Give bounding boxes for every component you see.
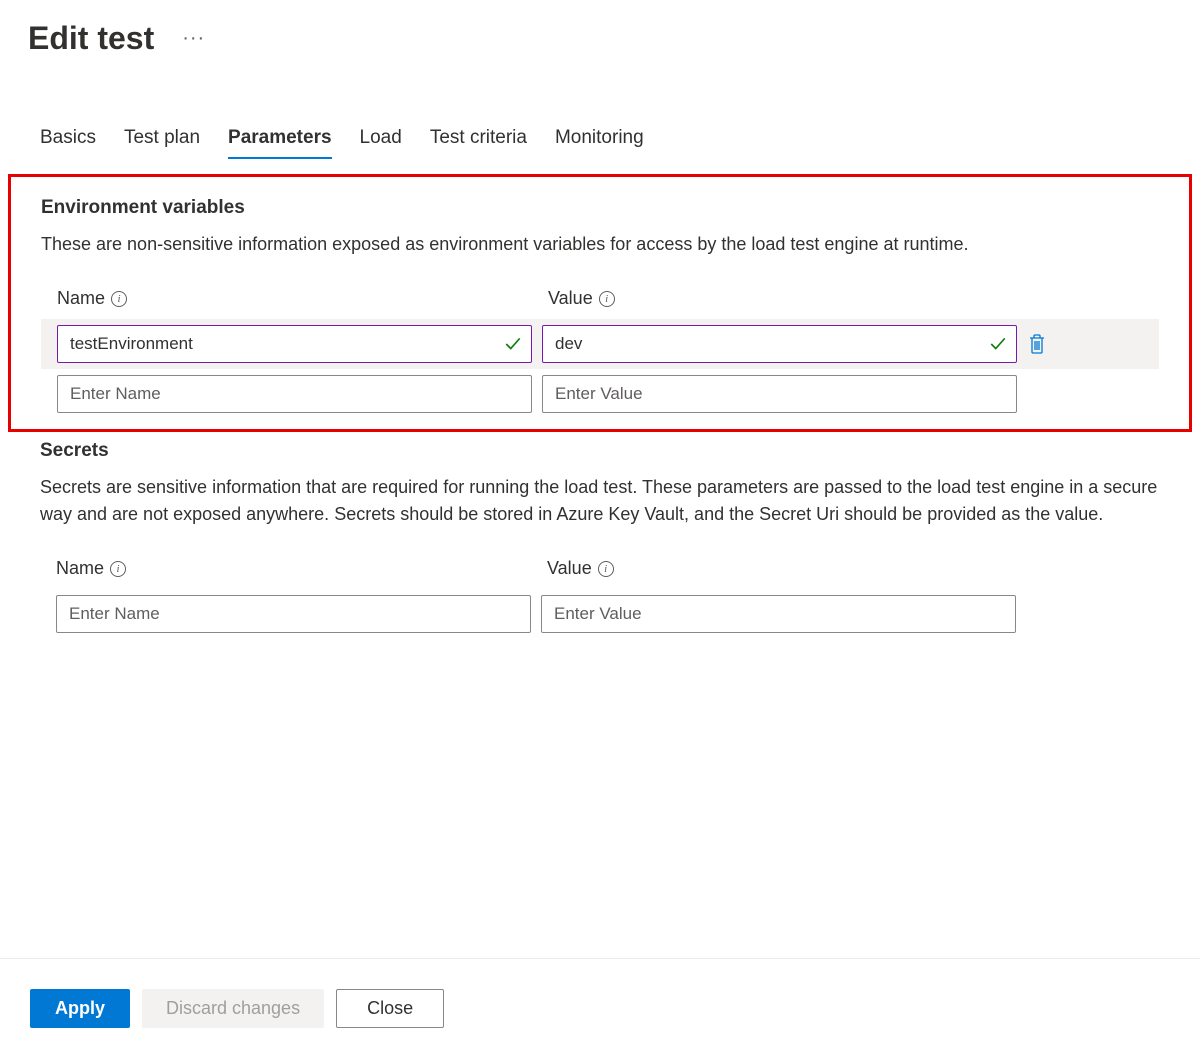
close-button[interactable]: Close	[336, 989, 444, 1028]
env-value-header-label: Value	[548, 288, 593, 309]
secrets-section-description: Secrets are sensitive information that a…	[40, 474, 1160, 528]
tab-monitoring[interactable]: Monitoring	[555, 127, 644, 159]
env-section-description: These are non-sensitive information expo…	[41, 231, 1159, 258]
secrets-value-header-label: Value	[547, 558, 592, 579]
info-icon[interactable]: i	[598, 561, 614, 577]
env-value-input-empty[interactable]	[542, 375, 1017, 413]
footer: Apply Discard changes Close	[0, 958, 1200, 1028]
env-value-header: Value i	[548, 288, 1023, 309]
env-name-input-empty[interactable]	[57, 375, 532, 413]
secrets-name-input[interactable]	[56, 595, 531, 633]
page-title: Edit test	[28, 20, 154, 57]
env-name-header-label: Name	[57, 288, 105, 309]
more-icon[interactable]: ···	[174, 23, 213, 54]
tab-parameters[interactable]: Parameters	[228, 127, 332, 159]
env-section-title: Environment variables	[41, 197, 1159, 219]
env-variables-highlight: Environment variables These are non-sens…	[8, 174, 1192, 432]
env-value-input[interactable]	[542, 325, 1017, 363]
tab-test-plan[interactable]: Test plan	[124, 127, 200, 159]
tab-test-criteria[interactable]: Test criteria	[430, 127, 527, 159]
env-row-empty	[41, 369, 1159, 419]
env-name-header: Name i	[57, 288, 532, 309]
apply-button[interactable]: Apply	[30, 989, 130, 1028]
delete-icon[interactable]	[1027, 333, 1047, 355]
secrets-section-title: Secrets	[40, 440, 1160, 462]
env-name-input[interactable]	[57, 325, 532, 363]
info-icon[interactable]: i	[599, 291, 615, 307]
tab-basics[interactable]: Basics	[40, 127, 96, 159]
secrets-name-header: Name i	[56, 558, 531, 579]
tab-load[interactable]: Load	[360, 127, 402, 159]
discard-button[interactable]: Discard changes	[142, 989, 324, 1028]
tab-bar: Basics Test plan Parameters Load Test cr…	[0, 127, 1200, 159]
env-row-filled	[41, 319, 1159, 369]
secrets-value-input[interactable]	[541, 595, 1016, 633]
secrets-value-header: Value i	[547, 558, 1022, 579]
secrets-row-empty	[40, 589, 1160, 639]
info-icon[interactable]: i	[111, 291, 127, 307]
secrets-name-header-label: Name	[56, 558, 104, 579]
info-icon[interactable]: i	[110, 561, 126, 577]
